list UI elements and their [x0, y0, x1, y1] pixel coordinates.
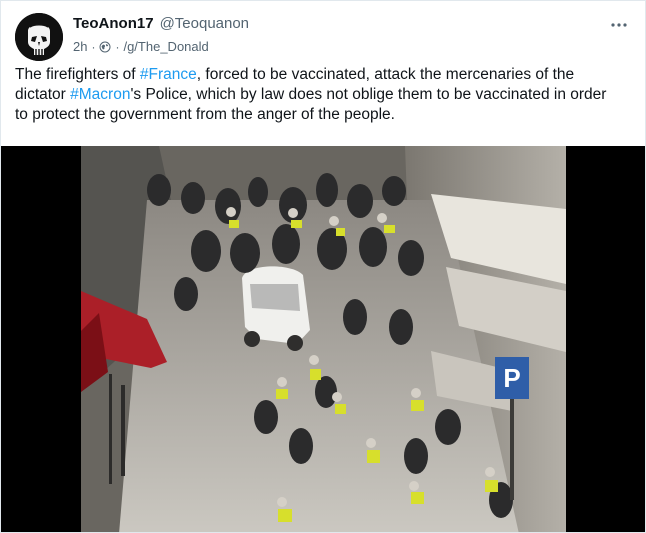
post-text-segment: The firefighters of	[15, 66, 140, 83]
svg-text:P: P	[503, 363, 520, 393]
group-link[interactable]: /g/The_Donald	[123, 39, 208, 54]
display-name[interactable]: TeoAnon17	[73, 15, 154, 32]
meta-separator: ·	[91, 39, 96, 54]
hashtag-link-macron[interactable]: #Macron	[70, 86, 130, 103]
more-options-button[interactable]	[609, 15, 629, 35]
post-time[interactable]: 2h	[73, 39, 87, 54]
post-header: TeoAnon17 @Teoquanon 2h · · /g/The_Donal…	[73, 13, 605, 55]
post-text: The firefighters of #France, forced to b…	[15, 65, 621, 125]
media-container: P	[1, 146, 645, 532]
hashtag-link-france[interactable]: #France	[140, 66, 197, 83]
username-handle[interactable]: @Teoquanon	[160, 15, 249, 32]
more-dots-icon	[611, 23, 627, 27]
video-thumbnail[interactable]: P	[81, 146, 566, 532]
globe-icon	[99, 41, 111, 53]
author-row: TeoAnon17 @Teoquanon	[73, 13, 605, 33]
post-card: TeoAnon17 @Teoquanon 2h · · /g/The_Donal…	[0, 0, 646, 533]
video-image: P	[81, 146, 566, 532]
post-meta: 2h · · /g/The_Donald	[73, 38, 605, 55]
avatar[interactable]	[15, 13, 63, 61]
meta-separator-2: ·	[115, 39, 120, 54]
punisher-skull-icon	[15, 13, 63, 61]
